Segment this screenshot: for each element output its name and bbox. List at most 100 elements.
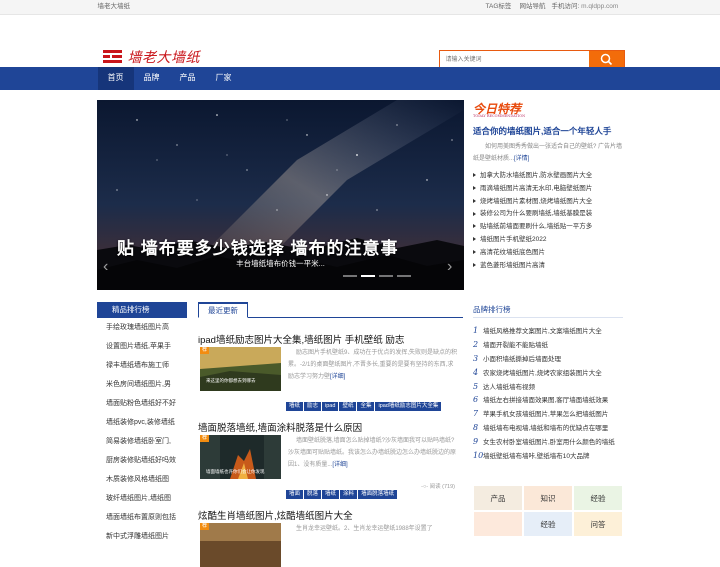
article-title[interactable]: 炫酷生肖墙纸图片,炫酷墙纸图片大全 — [198, 511, 353, 522]
tag-chip[interactable]: 墙纸 — [322, 490, 340, 499]
brand-rank-item[interactable]: 3 小面积墙纸撕掉后墙面处理 — [473, 352, 623, 366]
rank-item[interactable]: 手绘玫瑰墙纸图片高 — [97, 318, 187, 337]
banner-next-arrow[interactable]: › — [447, 258, 452, 276]
banner-dot[interactable] — [379, 275, 393, 277]
latest-tab[interactable]: 最近更新 — [198, 302, 248, 318]
article-title[interactable]: 墙面脱落墙纸,墙面涂料脱落是什么原因 — [198, 423, 362, 434]
banner-prev-arrow[interactable]: ‹ — [103, 258, 108, 276]
mobile-url[interactable]: m.qldpp.com — [581, 3, 618, 10]
thumbnail-caption: 来这里的你都想去到哪去 — [206, 378, 256, 383]
tag-chip[interactable]: 励志 — [304, 402, 322, 411]
nav-item-product[interactable]: 产品 — [170, 67, 206, 90]
grid-cell-experience[interactable]: 经验 — [573, 485, 623, 511]
list-item[interactable]: 加拿大防水墙纸图片,防水壁画图片大全 — [473, 170, 633, 183]
rank-item[interactable]: 米色房间墙纸图片,男 — [97, 375, 187, 394]
tag-chip[interactable]: 墙纸 — [286, 402, 304, 411]
rank-item[interactable]: 简易装修墙纸卧室门, — [97, 432, 187, 451]
list-item[interactable]: 蓝色菱形墙纸图片高清 — [473, 260, 633, 273]
nav-item-factory[interactable]: 厂家 — [206, 67, 242, 90]
tag-chip[interactable]: ipad墙纸励志图片大全集 — [375, 402, 442, 411]
rank-item[interactable]: 新中式浮雕墙纸图片 — [97, 527, 187, 546]
list-item[interactable]: 雨滴墙纸图片高清无水印,电脑壁纸图片 — [473, 183, 633, 196]
rank-item[interactable]: 墙纸装修pvc,装修墙纸 — [97, 413, 187, 432]
logo-text[interactable]: 墙老大墙纸 — [128, 47, 201, 67]
article-desc: 墙面壁纸脱落,墙面怎么贴掉墙纸?沙灰墙面我可以贴吗墙纸?沙灰墙面可贴贴墙纸。我该… — [288, 438, 457, 468]
today-more-link[interactable]: [详情] — [514, 156, 529, 162]
article-more-link[interactable]: [详细] — [332, 462, 347, 468]
brand-rank-item[interactable]: 5 达人墙纸墙布视频 — [473, 380, 623, 394]
grid-cell-qa[interactable]: 问答 — [573, 511, 623, 537]
rank-item[interactable]: 禄丰墙纸墙布施工师 — [97, 356, 187, 375]
article-badge: 荐 — [200, 523, 210, 530]
category-grid: 产品 知识 经验 经验 问答 — [473, 485, 624, 537]
grid-cell-experience-2[interactable]: 经验 — [523, 511, 573, 537]
tag-chip[interactable]: ipad — [322, 402, 339, 411]
top-bar: 墙老大墙纸 TAG标签 网站导航 手机访问: m.qldpp.com — [0, 0, 720, 15]
rank-item[interactable]: 墙面贴粉色墙纸好不好 — [97, 394, 187, 413]
brand-rank-item[interactable]: 8 墙纸墙布电视墙,墙纸和墙布的优缺点在哪里 — [473, 421, 623, 435]
tag-chip[interactable]: 涂料 — [340, 490, 358, 499]
mobile-label: 手机访问: — [551, 3, 580, 10]
rank-item[interactable]: 厨房装修贴墙纸好吗效 — [97, 451, 187, 470]
tag-link[interactable]: TAG标签 — [486, 0, 512, 14]
list-item[interactable]: 墙纸图片手机壁纸2022 — [473, 234, 633, 247]
today-list: 加拿大防水墙纸图片,防水壁画图片大全 雨滴墙纸图片高清无水印,电脑壁纸图片 烧烤… — [473, 170, 633, 272]
search-input[interactable] — [439, 51, 590, 68]
banner-caption[interactable]: 丰台墙纸墙布价钱一平米... — [97, 258, 464, 269]
brand-rank-item[interactable]: 6 墙纸左右拼接墙面效果图,客厅墙面墙纸效果 — [473, 393, 623, 407]
rank-item[interactable]: 木质装修风格墙纸图 — [97, 470, 187, 489]
main-nav: 首页 品牌 产品 厂家 — [0, 67, 720, 90]
article-thumbnail[interactable]: 荐 来这里的你都想去到哪去 — [200, 347, 281, 391]
brand-rank-item[interactable]: 9 女生农村卧室墙纸图片,卧室用什么颜色的墙纸 — [473, 435, 623, 449]
article-item: ipad墙纸励志图片大全集,墙纸图片 手机壁纸 励志 荐 来这里的你都想去到哪去… — [198, 330, 463, 411]
list-item[interactable]: 贴墙纸前墙面要刷什么,墙纸贴一平方多 — [473, 221, 633, 234]
list-item[interactable]: 烧烤墙纸图片素材图,烧烤墙纸图片大全 — [473, 196, 633, 209]
banner-dot[interactable] — [397, 275, 411, 277]
article-thumbnail[interactable]: 荐 墙面墙纸也许你们会让你发现 — [200, 435, 281, 479]
tag-chip[interactable]: 壁纸 — [339, 402, 357, 411]
article-badge: 荐 — [200, 435, 210, 442]
grid-cell-knowledge[interactable]: 知识 — [523, 485, 573, 511]
article-thumbnail[interactable]: 荐 — [200, 523, 281, 567]
today-desc: 如何用美图秀秀做出一张适合自己的壁纸? 广告片墙纸是壁纸材质...[详情] — [473, 144, 623, 162]
article-desc: 生肖龙幸运壁纸。2、生肖龙幸运壁纸1988年设置了 — [296, 526, 433, 532]
tag-chip[interactable]: 墙面脱落墙纸 — [358, 490, 398, 499]
today-title[interactable]: 适合你的墙纸图片,适合一个年轻人手 — [473, 125, 611, 137]
brand-rank-item[interactable]: 1 墙纸风格推荐文案图片,文案墙纸图片大全 — [473, 324, 623, 338]
site-name[interactable]: 墙老大墙纸 — [98, 0, 131, 14]
nav-item-home[interactable]: 首页 — [97, 67, 134, 90]
list-item[interactable]: 装修公司为什么要刷墙纸,墙纸基膜是装 — [473, 208, 633, 221]
search-button[interactable] — [588, 51, 624, 68]
banner-dot-active[interactable] — [361, 275, 375, 277]
rank-item[interactable]: 玻纤墙纸图片,墙纸图 — [97, 489, 187, 508]
site-nav-link[interactable]: 网站导航 — [520, 0, 546, 14]
brand-rank-item[interactable]: 2 墙面开裂能不能贴墙纸 — [473, 338, 623, 352]
tag-chip[interactable]: 全集 — [357, 402, 375, 411]
brand-rank-item[interactable]: 10墙纸壁纸墙布墙咔,壁纸墙布10大品牌 — [473, 449, 623, 463]
article-desc: 励志图片手机壁纸9、成功在于优点的发挥,失败则是缺点的积累。-2/1的桌面壁纸图… — [288, 350, 458, 380]
header: 墙老大墙纸 — [98, 15, 625, 69]
rank-title: 精品排行榜 — [97, 302, 187, 318]
tag-chip[interactable]: 墙面 — [286, 490, 304, 499]
article-more-link[interactable]: [详细] — [330, 374, 345, 380]
article-tags: 墙面 脱落 墙纸 涂料 墙面脱落墙纸 — [286, 482, 398, 499]
brand-rank-item[interactable]: 4 农家烧烤墙纸图片,烧烤农家组装图片大全 — [473, 366, 623, 380]
logo-icon[interactable] — [102, 50, 122, 63]
banner-carousel[interactable]: 贴 墙布要多少钱选择 墙布的注意事 丰台墙纸墙布价钱一平米... ‹ › — [97, 100, 464, 290]
list-item[interactable]: 高清花纹墙纸底色图片 — [473, 247, 633, 260]
today-logo: 今日特荐 TODAY RECOMMENDATION — [473, 102, 526, 118]
brand-rank-item[interactable]: 7 苹果手机女孩墙纸图片,苹果怎么把墙纸图片 — [473, 407, 623, 421]
grid-cell-empty — [473, 511, 523, 537]
search-icon — [600, 53, 612, 66]
tag-chip[interactable]: 脱落 — [304, 490, 322, 499]
article-item: 墙面脱落墙纸,墙面涂料脱落是什么原因 荐 墙面墙纸也许你们会让你发现 墙面壁纸脱… — [198, 418, 463, 499]
brand-rank-panel: 品牌排行榜 1 墙纸风格推荐文案图片,文案墙纸图片大全 2 墙面开裂能不能贴墙纸 3… — [473, 302, 623, 463]
thumbnail-caption: 墙面墙纸也许你们会让你发现 — [206, 469, 265, 474]
banner-dot[interactable] — [343, 275, 357, 277]
rank-item[interactable]: 墙面墙纸布置原则包括 — [97, 508, 187, 527]
rank-item[interactable]: 设置图片墙纸,苹果手 — [97, 337, 187, 356]
article-title[interactable]: ipad墙纸励志图片大全集,墙纸图片 手机壁纸 励志 — [198, 335, 404, 346]
nav-item-brand[interactable]: 品牌 — [134, 67, 170, 90]
grid-cell-product[interactable]: 产品 — [473, 485, 523, 511]
article-badge: 荐 — [200, 347, 210, 354]
